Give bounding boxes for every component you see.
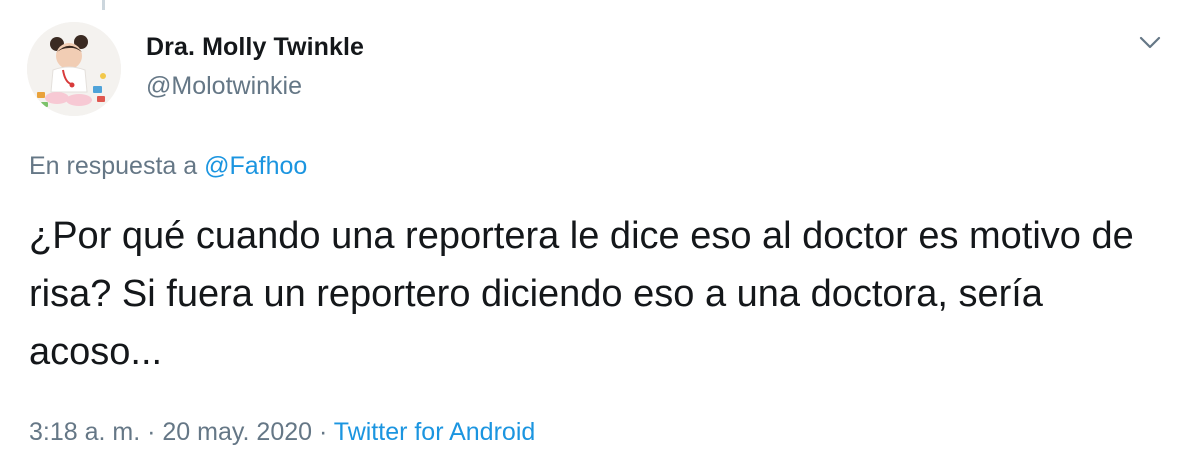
author-handle[interactable]: @Molotwinkie [146,72,302,101]
avatar-image [27,22,121,116]
avatar[interactable] [27,22,121,116]
reply-mention-link[interactable]: @Fafhoo [204,152,307,180]
reply-prefix: En respuesta a [29,152,205,180]
tweet-source-link[interactable]: Twitter for Android [334,418,535,446]
tweet-time-link[interactable]: 3:18 a. m. [29,418,140,446]
thread-connector-line [102,0,105,10]
chevron-down-icon[interactable] [1137,32,1163,54]
tweet-meta: 3:18 a. m. · 20 may. 2020 · Twitter for … [29,418,535,447]
reply-context: En respuesta a @Fafhoo [29,152,307,181]
tweet-date-link[interactable]: 20 may. 2020 [162,418,312,446]
meta-separator: · [140,418,163,446]
author-name[interactable]: Dra. Molly Twinkle [146,33,364,62]
meta-separator: · [312,418,334,446]
tweet-text: ¿Por qué cuando una reportera le dice es… [29,215,1134,373]
